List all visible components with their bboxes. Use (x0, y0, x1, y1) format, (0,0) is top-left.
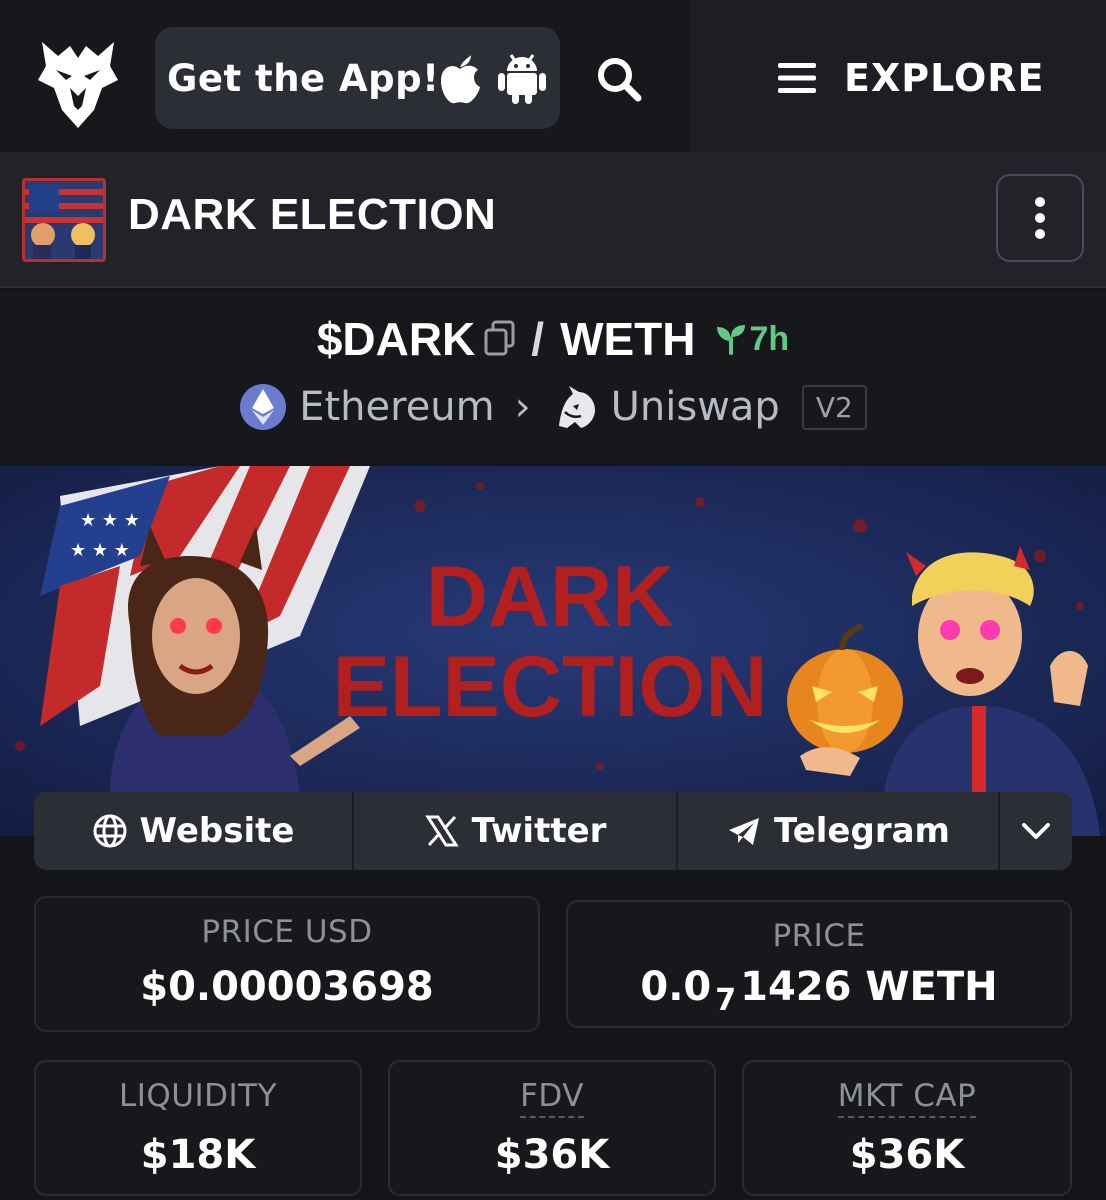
telegram-label: Telegram (774, 811, 950, 851)
fdv-card: FDV $36K (388, 1060, 716, 1196)
price-native-label: PRICE (772, 918, 866, 954)
price-native-value: 0.0 7 1426 WETH (568, 964, 1070, 1018)
website-label: Website (139, 811, 295, 851)
pair-separator: / (531, 313, 545, 365)
ethereum-icon[interactable] (239, 383, 287, 431)
mktcap-value: $36K (849, 1132, 965, 1178)
more-vertical-icon (1035, 197, 1045, 207)
price-usd-label: PRICE USD (201, 914, 373, 950)
dex-version-badge: V2 (801, 384, 867, 430)
get-the-app-button[interactable]: Get the App! (155, 27, 560, 129)
svg-text:★ ★ ★: ★ ★ ★ (70, 540, 130, 561)
x-logo-icon (424, 815, 459, 847)
seedling-icon (717, 325, 746, 355)
chevron-right-icon: › (514, 384, 531, 430)
banner-title-line2: ELECTION (333, 639, 768, 735)
twitter-link[interactable]: Twitter (354, 792, 678, 870)
android-icon[interactable] (497, 51, 547, 105)
svg-text:★ ★ ★: ★ ★ ★ (80, 510, 140, 531)
chain-dex-row: Ethereum › Uniswap V2 (0, 382, 1106, 432)
base-token-symbol: $DARK (316, 313, 476, 365)
get-app-label: Get the App! (167, 56, 440, 100)
mktcap-label-wrap: MKT CAP (744, 1078, 1070, 1118)
globe-icon (93, 814, 127, 848)
top-navigation-bar: Get the App! EXPLORE (0, 0, 1106, 152)
price-usd-value: $0.00003698 (140, 964, 434, 1010)
liquidity-value: $18K (140, 1132, 256, 1178)
dex-name[interactable]: Uniswap (611, 384, 780, 430)
twitter-label: Twitter (471, 811, 607, 851)
search-icon[interactable] (590, 50, 650, 110)
fdv-label[interactable]: FDV (520, 1078, 584, 1118)
apple-icon[interactable] (437, 53, 483, 105)
chain-name[interactable]: Ethereum (299, 384, 494, 430)
mktcap-label[interactable]: MKT CAP (837, 1078, 977, 1118)
menu-icon (778, 63, 816, 93)
explore-menu-button[interactable]: EXPLORE (776, 50, 1045, 106)
explore-label: EXPLORE (844, 56, 1045, 100)
copy-icon[interactable] (483, 320, 517, 358)
telegram-icon (729, 818, 760, 845)
mktcap-card: MKT CAP $36K (742, 1060, 1072, 1196)
fdv-value: $36K (494, 1132, 610, 1178)
pair-age: 7h (749, 319, 790, 358)
more-links-toggle[interactable] (1000, 792, 1072, 870)
token-banner-image: ★ ★ ★ ★ ★ ★ DARK ELECTION (0, 466, 1106, 836)
quote-token-symbol: WETH (560, 313, 696, 365)
social-links-bar: Website Twitter Telegram (34, 792, 1072, 870)
fdv-label-wrap: FDV (390, 1078, 714, 1118)
token-avatar (22, 178, 106, 262)
pair-info: $DARK / WETH 7h Ethereum › Uniswap V2 (0, 290, 1106, 464)
liquidity-label: LIQUIDITY (118, 1078, 278, 1114)
liquidity-card: LIQUIDITY $18K (34, 1060, 362, 1196)
pair-row: $DARK / WETH 7h (0, 312, 1106, 366)
token-name: DARK ELECTION (128, 190, 497, 239)
price-native-zero-count: 7 (715, 983, 737, 1018)
chevron-down-icon (1022, 823, 1050, 839)
price-native-card: PRICE 0.0 7 1426 WETH (566, 900, 1072, 1028)
website-link[interactable]: Website (34, 792, 354, 870)
price-usd-card: PRICE USD $0.00003698 (34, 896, 540, 1032)
token-header: DARK ELECTION (0, 152, 1106, 288)
banner-title-line1: DARK (426, 549, 674, 645)
eagle-logo-icon[interactable] (36, 36, 120, 132)
telegram-link[interactable]: Telegram (678, 792, 1000, 870)
price-native-prefix: 0.0 (640, 964, 712, 1010)
uniswap-icon[interactable] (551, 382, 601, 432)
more-options-button[interactable] (996, 174, 1084, 262)
price-native-suffix: 1426 WETH (740, 964, 998, 1010)
